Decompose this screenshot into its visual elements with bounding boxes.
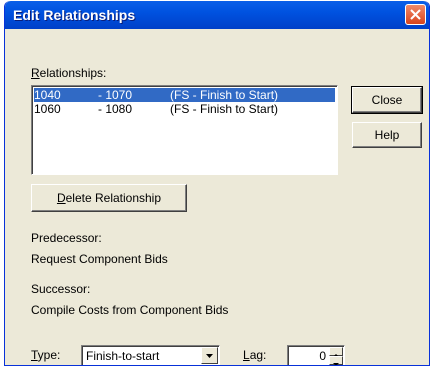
arrow-down-icon [333,363,339,365]
successor-label: Successor: [31,282,91,296]
list-item[interactable]: 1040 - 1070 (FS - Finish to Start) [34,88,335,102]
successor-id: - 1080 [98,102,133,116]
predecessor-value: Request Component Bids [31,252,168,266]
type-select[interactable]: Finish-to-start [81,345,220,365]
dialog-title: Edit Relationships [13,7,136,23]
close-window-button[interactable] [405,4,426,25]
lag-decrement-button[interactable] [329,356,343,365]
lag-increment-button[interactable] [329,347,343,357]
help-button[interactable]: Help [352,122,422,148]
list-item[interactable]: 1060 - 1080 (FS - Finish to Start) [34,102,335,116]
close-button[interactable]: Close [351,86,423,114]
close-icon [410,9,421,20]
type-dropdown-button[interactable] [201,347,218,364]
edit-relationships-dialog: Edit Relationships Relationships: 1040 -… [4,1,430,366]
successor-value: Compile Costs from Component Bids [31,303,229,317]
lag-label: Lag: [243,348,267,362]
predecessor-id: 1040 [34,88,61,102]
chevron-down-icon [206,354,213,358]
lag-spinner[interactable]: 0 [287,345,345,365]
predecessor-id: 1060 [34,102,61,116]
relationships-label: Relationships: [31,66,107,80]
type-selected-value: Finish-to-start [86,349,160,363]
lag-value: 0 [319,349,326,363]
type-label: Type: [31,348,61,362]
relationship-type: (FS - Finish to Start) [170,88,279,102]
predecessor-label: Predecessor: [31,231,102,245]
successor-id: - 1070 [98,88,133,102]
delete-relationship-button[interactable]: Delete Relationship [31,184,187,212]
relationships-list[interactable]: 1040 - 1070 (FS - Finish to Start) 1060 … [31,85,338,175]
relationship-type: (FS - Finish to Start) [170,102,279,116]
title-bar[interactable]: Edit Relationships [5,1,429,29]
